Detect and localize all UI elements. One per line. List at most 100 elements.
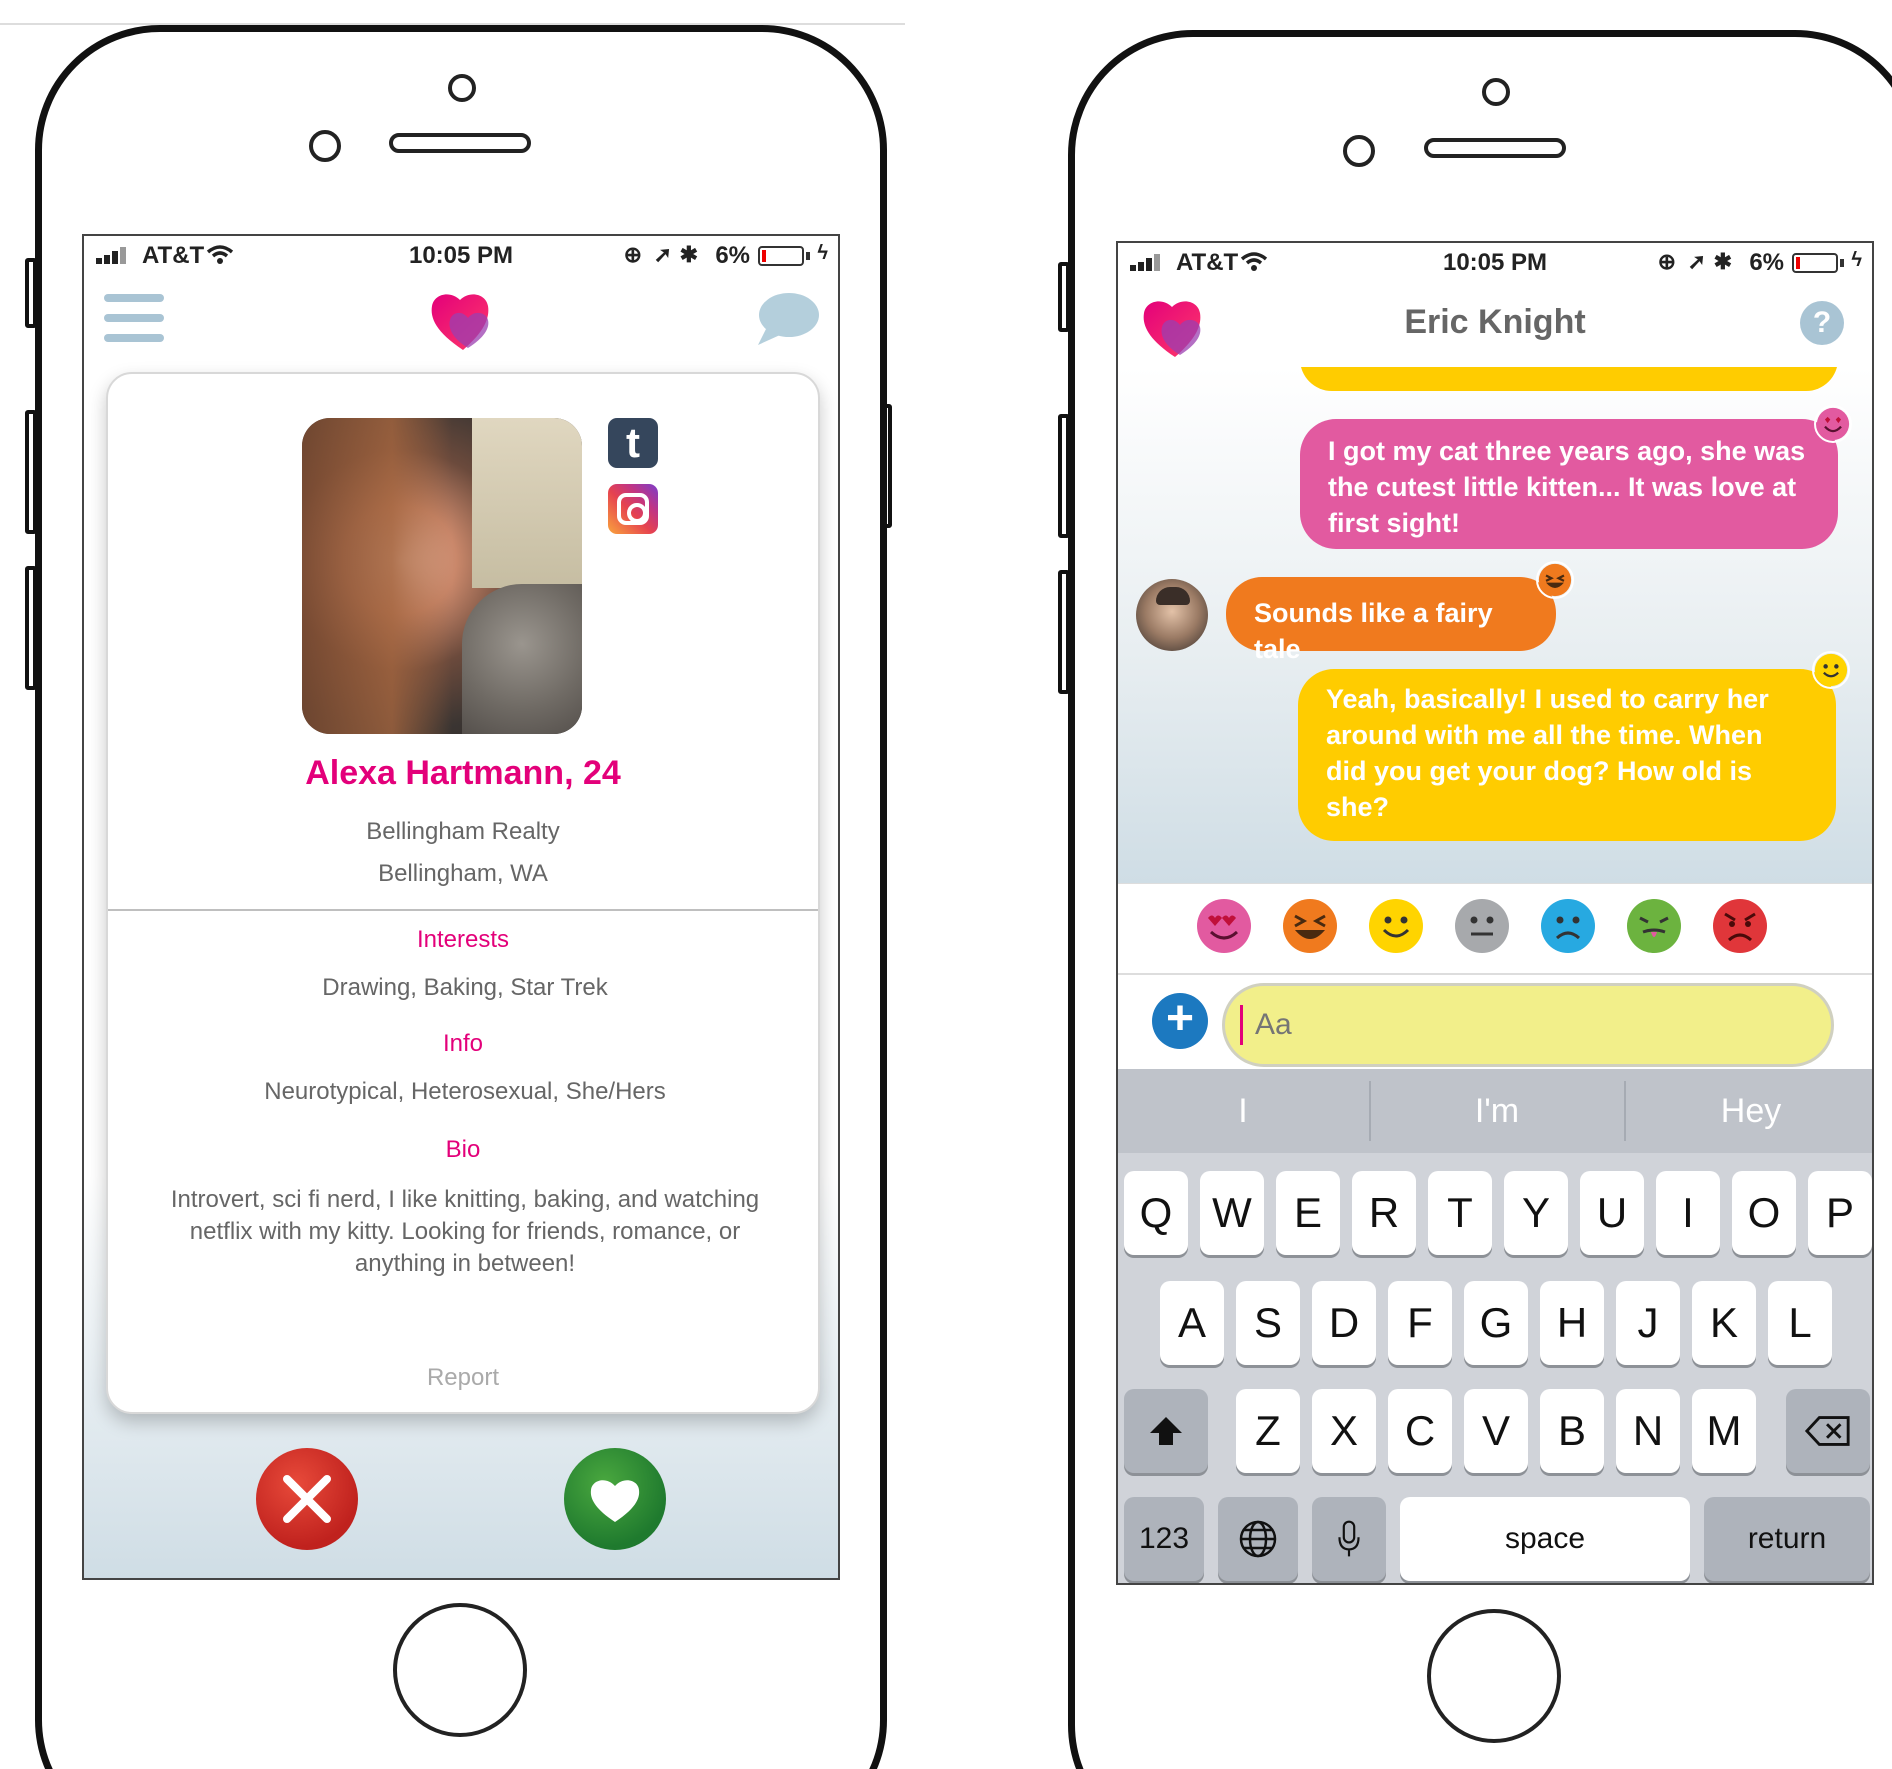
suggestion-item[interactable]: I'm (1371, 1069, 1623, 1153)
key-c[interactable]: C (1388, 1389, 1452, 1473)
rotation-lock-icon: ⊕ (623, 242, 642, 267)
shift-arrow-icon (1150, 1417, 1182, 1445)
heart-icon (590, 1480, 640, 1522)
key-x[interactable]: X (1312, 1389, 1376, 1473)
suggestion-bar: I I'm Hey (1118, 1069, 1872, 1153)
key-s[interactable]: S (1236, 1281, 1300, 1365)
globe-key[interactable] (1218, 1497, 1298, 1581)
key-i[interactable]: I (1656, 1171, 1720, 1255)
key-a[interactable]: A (1160, 1281, 1224, 1365)
dictation-key[interactable] (1312, 1497, 1386, 1581)
laughing-reaction-icon (1536, 561, 1574, 599)
heart-eyes-reaction-icon (1814, 405, 1852, 443)
key-v[interactable]: V (1464, 1389, 1528, 1473)
front-camera (1482, 78, 1510, 106)
message-input[interactable] (1222, 983, 1834, 1067)
message-bubble-sent[interactable]: Yeah, basically! I used to carry her aro… (1298, 669, 1836, 841)
speech-bubble-icon[interactable] (756, 291, 820, 349)
contact-avatar[interactable] (1136, 579, 1208, 651)
shift-key[interactable] (1124, 1389, 1208, 1473)
key-h[interactable]: H (1540, 1281, 1604, 1365)
profile-photo[interactable] (302, 418, 582, 734)
microphone-icon (1338, 1520, 1360, 1557)
rotation-lock-icon: ⊕ (1657, 249, 1676, 274)
message-list[interactable]: I got my cat three years ago, she was th… (1118, 367, 1872, 883)
charging-icon: ϟ (1851, 249, 1862, 271)
x-icon (283, 1475, 331, 1523)
report-link[interactable]: Report (108, 1364, 818, 1392)
help-icon[interactable]: ? (1800, 301, 1844, 345)
key-k[interactable]: K (1692, 1281, 1756, 1365)
neutral-emoji-icon[interactable] (1454, 898, 1510, 954)
message-bubble-partial (1300, 367, 1838, 391)
key-m[interactable]: M (1692, 1389, 1756, 1473)
earpiece-speaker (1424, 138, 1566, 158)
space-key[interactable]: space (1400, 1497, 1690, 1581)
key-b[interactable]: B (1540, 1389, 1604, 1473)
key-o[interactable]: O (1732, 1171, 1796, 1255)
key-z[interactable]: Z (1236, 1389, 1300, 1473)
smile-reaction-icon (1812, 651, 1850, 689)
location-icon: ➚ (1687, 249, 1706, 274)
card-divider (108, 909, 818, 911)
status-bar: AT&T 10:05 PM ⊕ ➚ ✱ 6% ϟ (1118, 243, 1872, 279)
section-value-interests: Drawing, Baking, Star Trek (322, 974, 608, 1001)
numbers-key[interactable]: 123 (1124, 1497, 1204, 1581)
return-key[interactable]: return (1704, 1497, 1870, 1581)
key-d[interactable]: D (1312, 1281, 1376, 1365)
message-bubble-sent[interactable]: I got my cat three years ago, she was th… (1300, 419, 1838, 549)
profile-card: t Alexa Hartmann, 24 Bellingham Realty B… (106, 372, 820, 1414)
add-attachment-button[interactable]: + (1152, 993, 1208, 1049)
sick-emoji-icon[interactable] (1626, 898, 1682, 954)
key-f[interactable]: F (1388, 1281, 1452, 1365)
smile-emoji-icon[interactable] (1368, 898, 1424, 954)
reject-button[interactable] (256, 1448, 358, 1550)
contact-name[interactable]: Eric Knight (1118, 303, 1872, 342)
key-p[interactable]: P (1808, 1171, 1872, 1255)
photo-background (472, 418, 582, 588)
key-j[interactable]: J (1616, 1281, 1680, 1365)
profile-screen: AT&T 10:05 PM ⊕ ➚ ✱ 6% ϟ t Alexa Hartman… (82, 234, 840, 1580)
hamburger-menu-icon[interactable] (104, 294, 164, 342)
key-r[interactable]: R (1352, 1171, 1416, 1255)
suggestion-item[interactable]: Hey (1626, 1069, 1872, 1153)
laughing-emoji-icon[interactable] (1282, 898, 1338, 954)
section-value-info: Neurotypical, Heterosexual, She/Hers (264, 1078, 666, 1105)
key-l[interactable]: L (1768, 1281, 1832, 1365)
backspace-key[interactable] (1786, 1389, 1870, 1473)
instagram-glyph (617, 493, 649, 525)
charging-icon: ϟ (817, 242, 828, 264)
home-button[interactable] (393, 1603, 527, 1737)
text-cursor (1240, 1005, 1243, 1045)
tumblr-icon[interactable]: t (608, 418, 658, 468)
angry-emoji-icon[interactable] (1712, 898, 1768, 954)
message-bubble-received[interactable]: Sounds like a fairy tale (1226, 577, 1556, 664)
profile-name: Alexa Hartmann, 24 (305, 754, 621, 792)
key-w[interactable]: W (1200, 1171, 1264, 1255)
battery-icon (1792, 253, 1838, 273)
like-button[interactable] (564, 1448, 666, 1550)
profile-location: Bellingham, WA (378, 860, 548, 887)
key-q[interactable]: Q (1124, 1171, 1188, 1255)
key-e[interactable]: E (1276, 1171, 1340, 1255)
section-value-bio: Introvert, sci fi nerd, I like knitting,… (170, 1186, 760, 1277)
instagram-icon[interactable] (608, 484, 658, 534)
section-title-bio: Bio (445, 1136, 481, 1163)
battery-nub (1840, 259, 1844, 267)
sad-emoji-icon[interactable] (1540, 898, 1596, 954)
battery-percent: 6% (1749, 249, 1784, 276)
suggestion-item[interactable]: I (1118, 1069, 1368, 1153)
key-u[interactable]: U (1580, 1171, 1644, 1255)
key-t[interactable]: T (1428, 1171, 1492, 1255)
front-camera (448, 74, 476, 102)
heart-eyes-emoji-icon[interactable] (1196, 898, 1252, 954)
key-g[interactable]: G (1464, 1281, 1528, 1365)
home-button[interactable] (1427, 1609, 1561, 1743)
status-bar: AT&T 10:05 PM ⊕ ➚ ✱ 6% ϟ (84, 236, 838, 272)
heart-logo-icon[interactable] (428, 288, 498, 352)
location-icon: ➚ (653, 242, 672, 267)
key-y[interactable]: Y (1504, 1171, 1568, 1255)
photo-cat (462, 584, 582, 734)
key-n[interactable]: N (1616, 1389, 1680, 1473)
photo-subject (302, 418, 452, 734)
